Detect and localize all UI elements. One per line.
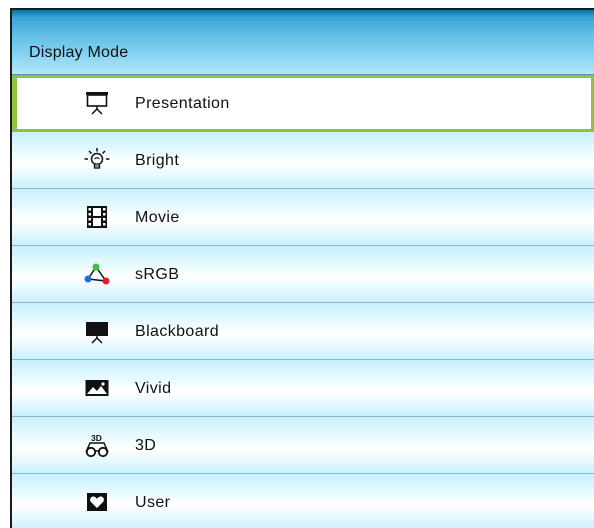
3d-glasses-icon: 3D	[85, 433, 109, 458]
menu-item-label: 3D	[135, 437, 157, 454]
film-strip-icon	[87, 206, 107, 228]
menu-item-user[interactable]: User	[12, 474, 594, 528]
menu-item-label: Vivid	[135, 380, 172, 397]
menu-item-bright[interactable]: Bright	[12, 132, 594, 189]
display-mode-menu: Display Mode Presentation Bright Movie s…	[10, 8, 594, 528]
menu-header: Display Mode	[12, 10, 594, 75]
menu-item-presentation[interactable]: Presentation	[12, 75, 594, 132]
menu-item-label: Movie	[135, 209, 180, 226]
landscape-image-icon	[85, 380, 109, 396]
menu-item-movie[interactable]: Movie	[12, 189, 594, 246]
light-bulb-icon	[84, 148, 110, 169]
menu-item-label: User	[135, 494, 171, 511]
menu-item-blackboard[interactable]: Blackboard	[12, 303, 594, 360]
presentation-screen-icon	[86, 92, 108, 115]
heart-icon	[87, 493, 107, 511]
menu-title: Display Mode	[29, 44, 129, 61]
menu-item-3d[interactable]: 3D 3D	[12, 417, 594, 474]
menu-item-label: Bright	[135, 152, 180, 169]
blackboard-icon	[86, 322, 108, 344]
svg-text:3D: 3D	[91, 433, 102, 443]
menu-item-srgb[interactable]: sRGB	[12, 246, 594, 303]
menu-item-label: Blackboard	[135, 323, 220, 340]
menu-item-label: sRGB	[135, 266, 180, 283]
menu-item-label: Presentation	[135, 95, 230, 112]
srgb-triangle-icon	[84, 263, 110, 285]
menu-item-vivid[interactable]: Vivid	[12, 360, 594, 417]
